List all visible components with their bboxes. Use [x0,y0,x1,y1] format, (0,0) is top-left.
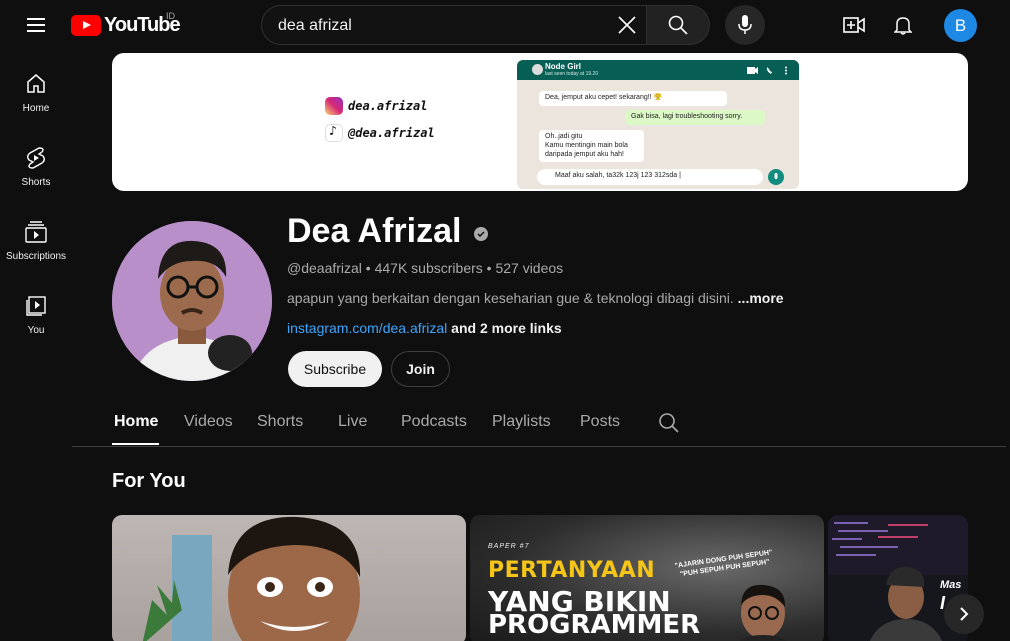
subscriptions-icon [25,221,47,243]
shorts-icon [27,147,45,169]
region-code: ID [166,11,175,21]
chat-input: Maaf aku salah, ta32k 123j 123 312sda | [537,169,763,185]
instagram-handle: dea.afrizal [325,97,427,115]
tiktok-icon [325,124,343,142]
channel-meta: @deaafrizal • 447K subscribers • 527 vid… [287,260,564,276]
tab-posts[interactable]: Posts [580,413,620,431]
chat-message: Dea, jemput aku cepet! sekarang!! 😤 [539,91,727,106]
thumbnail-quote: "AJARIN DONG PUH SEPUH" "PUH SEPUH PUH S… [674,549,773,579]
nav-item-home[interactable]: Home [0,56,72,130]
tiktok-handle-text: @dea.afrizal [348,126,435,140]
clear-search-icon[interactable] [612,10,642,40]
top-bar: YouTube ID B [0,0,1010,50]
active-tab-indicator [112,443,159,445]
video-thumbnail[interactable]: BAPER #7 PERTANYAAN YANG BIKIN PROGRAMME… [470,515,824,641]
nav-label: Shorts [21,177,51,188]
join-button[interactable]: Join [391,351,450,387]
search-button[interactable] [647,5,710,45]
channel-search-icon[interactable] [658,412,680,434]
subscribe-button[interactable]: Subscribe [288,351,382,387]
thumbnail-kicker: BAPER #7 [488,543,530,550]
voice-search-button[interactable] [725,5,765,45]
chat-message: Oh..jadi gitu Kamu mentingin main bola d… [539,130,644,163]
chat-contact-name: Node Girl [545,62,582,71]
carousel-next-button[interactable] [944,594,984,634]
nav-item-you[interactable]: You [0,278,72,352]
channel-avatar-image [112,221,272,381]
create-button[interactable] [836,8,872,42]
instagram-link[interactable]: instagram.com/dea.afrizal [287,320,447,336]
nav-label: Home [22,103,50,114]
tab-videos[interactable]: Videos [184,413,233,431]
nav-item-shorts[interactable]: Shorts [0,130,72,204]
description-text: apapun yang berkaitan dengan keseharian … [287,290,738,306]
thumbnail-person [739,584,787,641]
thumbnail-title-line: Mas [940,579,962,591]
thumbnail-title-line: PERTANYAAN [488,558,656,583]
instagram-handle-text: dea.afrizal [348,99,428,113]
nav-label: Subscriptions [5,251,67,262]
account-avatar[interactable]: B [944,9,977,42]
instagram-icon [325,97,343,115]
nav-item-subscriptions[interactable]: Subscriptions [0,204,72,278]
chat-mockup: Node Girl last seen today at 19.20 Dea, … [517,60,799,189]
thumbnail-image [142,516,361,641]
chat-avatar [532,64,543,75]
tab-shorts[interactable]: Shorts [257,413,303,431]
you-icon [26,296,46,316]
youtube-play-icon [71,14,101,36]
section-title: For You [112,470,186,492]
tab-home[interactable]: Home [114,413,158,431]
tab-playlists[interactable]: Playlists [492,413,551,431]
tab-live[interactable]: Live [338,413,367,431]
chat-mic-icon [768,169,784,185]
youtube-logo[interactable]: YouTube [71,13,181,37]
thumbnail-title-line: PROGRAMMER [488,610,701,640]
tabs-divider [72,446,1006,447]
left-nav: Home Shorts Subscriptions You [0,56,72,352]
channel-name: Dea Afrizal [287,212,462,250]
channel-links: instagram.com/dea.afrizal and 2 more lin… [287,320,562,336]
search-box[interactable] [261,5,647,45]
search-input[interactable] [278,15,598,37]
channel-avatar[interactable] [112,221,272,381]
description-more-link[interactable]: ...more [738,290,784,306]
channel-description[interactable]: apapun yang berkaitan dengan keseharian … [287,290,784,306]
notifications-button[interactable] [885,8,921,42]
tab-podcasts[interactable]: Podcasts [401,413,467,431]
menu-icon[interactable] [18,8,54,42]
channel-banner: dea.afrizal @dea.afrizal Node Girl last … [112,53,968,191]
nav-label: You [27,325,45,336]
chat-header: Node Girl last seen today at 19.20 [517,60,799,80]
create-video-icon [843,17,865,33]
search-icon [668,15,688,35]
chat-message: Gak bisa, lagi troubleshooting sorry. [625,110,765,125]
bell-icon [894,17,912,35]
tiktok-handle: @dea.afrizal [325,124,435,142]
home-icon [27,74,45,93]
chat-status: last seen today at 19.20 [545,71,599,77]
chevron-right-icon [960,607,969,621]
microphone-icon [738,15,752,34]
verified-badge-icon [474,227,488,241]
chat-header-icons [747,66,787,75]
video-thumbnail[interactable] [112,515,466,641]
more-links-button[interactable]: and 2 more links [447,320,562,336]
